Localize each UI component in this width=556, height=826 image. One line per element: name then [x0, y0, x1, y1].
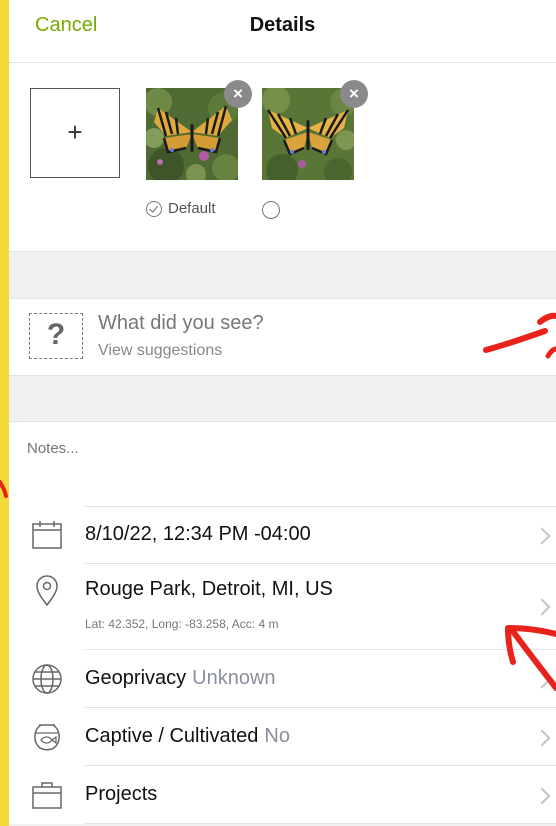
photo-thumbnail-2[interactable] — [262, 88, 354, 180]
calendar-icon — [32, 521, 62, 549]
photo-thumbnail-1[interactable] — [146, 88, 238, 180]
plus-icon: + — [67, 117, 83, 147]
geoprivacy-text: Geoprivacy Unknown — [85, 667, 276, 690]
date-value: 8/10/22, 12:34 PM -04:00 — [85, 523, 311, 545]
remove-photo-2-button[interactable]: × — [340, 80, 368, 108]
page-title: Details — [249, 14, 316, 36]
checkmark-circle-icon — [146, 200, 162, 217]
chevron-right-icon — [533, 729, 551, 747]
chevron-right-icon — [533, 527, 551, 545]
date-row[interactable]: 8/10/22, 12:34 PM -04:00 — [9, 506, 556, 564]
species-question: What did you see? — [98, 312, 264, 334]
captive-value: No — [264, 725, 290, 747]
butterfly-photo-2 — [262, 88, 354, 180]
chevron-right-icon — [533, 598, 551, 616]
notes-field[interactable] — [27, 440, 527, 457]
nav-bar: Cancel Details — [9, 0, 556, 63]
map-pin-icon — [36, 575, 58, 607]
projects-label: Projects — [85, 783, 158, 805]
details-screen: Cancel Details + × × Default ? What did … — [9, 0, 556, 826]
question-mark-glyph: ? — [46, 318, 66, 351]
chevron-right-icon — [533, 787, 551, 805]
location-name: Rouge Park, Detroit, MI, US — [85, 578, 333, 600]
geoprivacy-row[interactable]: Geoprivacy Unknown — [9, 650, 556, 708]
notes-section — [9, 421, 556, 507]
remove-photo-1-button[interactable]: × — [224, 80, 252, 108]
captive-label: Captive / Cultivated — [85, 725, 259, 747]
details-list: 8/10/22, 12:34 PM -04:00 Rouge Park, Det… — [9, 506, 556, 824]
photo-section: + × × Default — [9, 63, 556, 252]
fishbowl-icon — [34, 724, 60, 751]
briefcase-icon — [32, 782, 62, 809]
globe-icon — [32, 664, 62, 694]
captive-text: Captive / Cultivated No — [85, 725, 290, 748]
geoprivacy-label: Geoprivacy — [85, 667, 187, 689]
location-row[interactable]: Rouge Park, Detroit, MI, US Lat: 42.352,… — [9, 564, 556, 650]
set-default-radio-photo-2[interactable] — [262, 201, 280, 219]
location-coords: Lat: 42.352, Long: -83.258, Acc: 4 m — [85, 617, 279, 631]
captive-row[interactable]: Captive / Cultivated No — [9, 708, 556, 766]
default-label: Default — [168, 200, 216, 217]
unknown-species-icon: ? — [29, 313, 83, 359]
default-photo-radio[interactable]: Default — [146, 200, 216, 217]
add-photo-button[interactable]: + — [30, 88, 120, 178]
projects-row[interactable]: Projects — [9, 766, 556, 824]
view-suggestions-link[interactable]: View suggestions — [98, 342, 222, 360]
chevron-right-icon — [533, 671, 551, 689]
butterfly-photo-1 — [146, 88, 238, 180]
geoprivacy-value: Unknown — [192, 667, 276, 689]
species-picker-row[interactable]: ? What did you see? View suggestions — [9, 298, 556, 376]
